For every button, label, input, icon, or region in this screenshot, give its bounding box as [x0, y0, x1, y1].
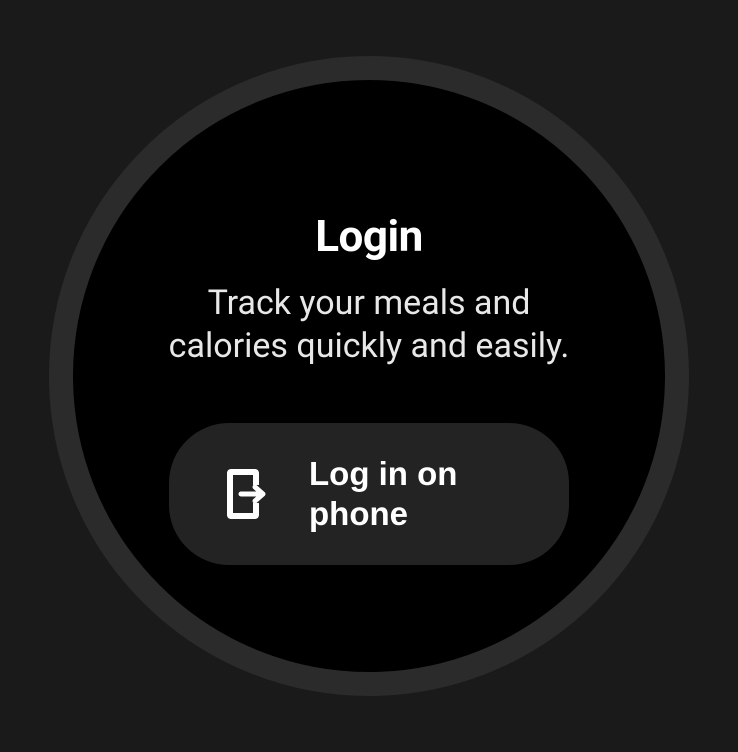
- watch-face: Login Track your meals and calories quic…: [49, 56, 689, 696]
- description-text: Track your meals and calories quickly an…: [149, 282, 589, 367]
- phone-login-icon: [223, 465, 271, 523]
- login-on-phone-button[interactable]: Log in on phone: [169, 423, 569, 565]
- page-title: Login: [315, 210, 423, 262]
- login-button-label: Log in on phone: [309, 454, 457, 533]
